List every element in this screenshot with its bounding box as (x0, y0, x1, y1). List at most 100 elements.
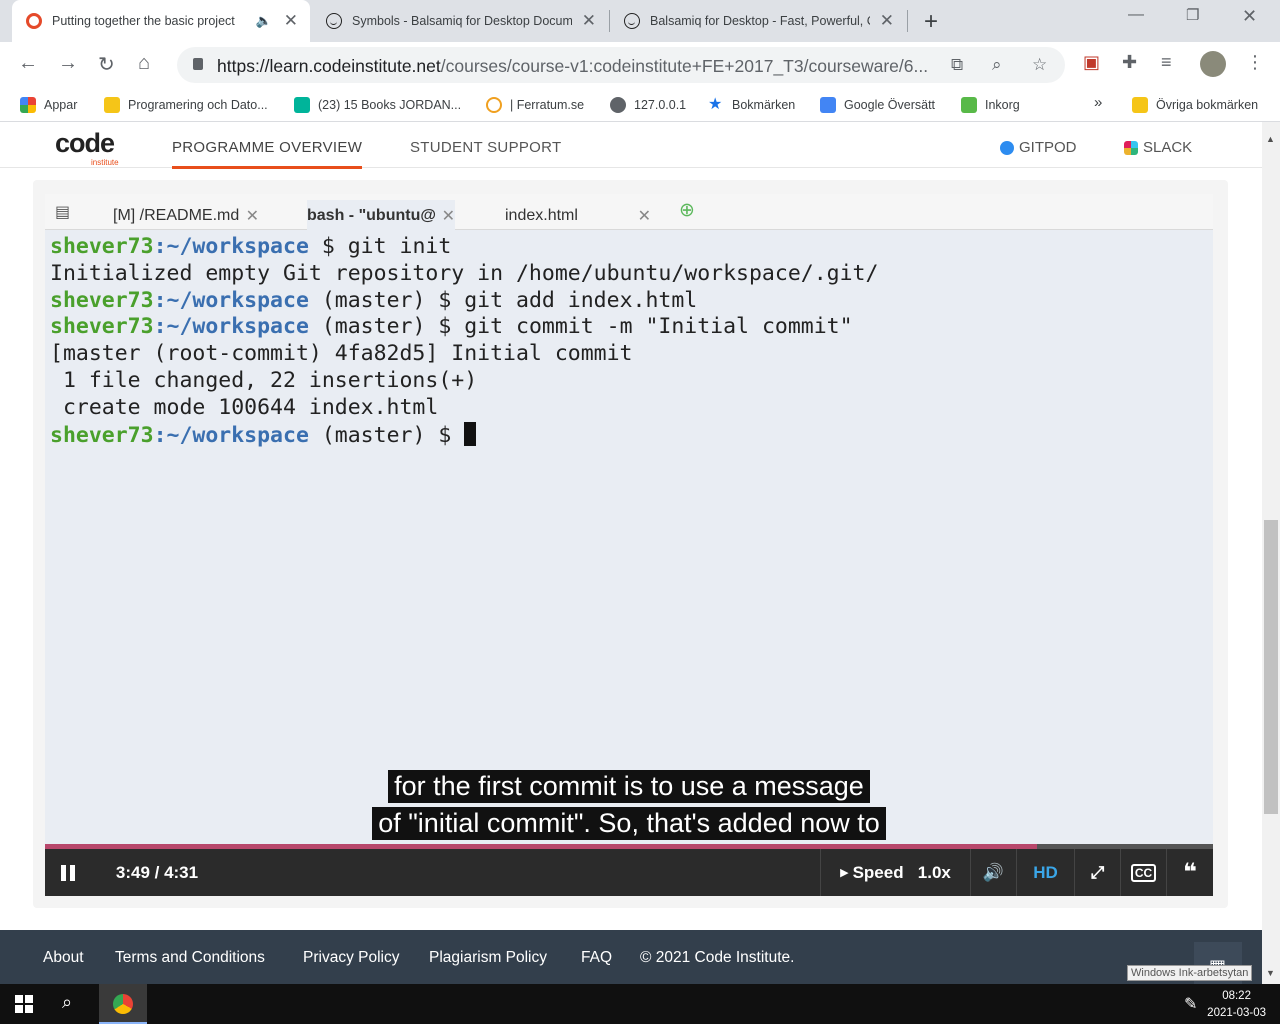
minimize-icon[interactable]: — (1128, 6, 1144, 24)
caption-line-1: for the first commit is to use a message (388, 770, 870, 803)
bookmark-google-translate[interactable]: Google Översätt (820, 97, 935, 113)
reload-icon[interactable]: ↻ (98, 52, 115, 77)
transcript-button[interactable]: ❝ (1166, 849, 1213, 896)
pause-button[interactable] (59, 849, 77, 896)
terminal-line: shever73:~/workspace (master) $ git comm… (50, 314, 853, 340)
back-arrow-icon[interactable]: ← (18, 52, 38, 75)
menu-kebab-icon[interactable]: ⋮ (1246, 52, 1264, 73)
footer-copyright: © 2021 Code Institute. (640, 949, 795, 966)
quote-icon: ❝ (1182, 859, 1198, 886)
slack-icon (1124, 140, 1138, 155)
home-icon[interactable]: ⌂ (138, 52, 150, 75)
terminal-line: create mode 100644 index.html (50, 394, 439, 420)
windows-start-icon[interactable] (15, 995, 33, 1013)
pen-ink-icon[interactable]: ✎ (1184, 994, 1197, 1014)
pause-icon (61, 864, 75, 881)
ferratum-icon (486, 97, 502, 113)
chrome-icon (113, 994, 133, 1014)
video-controls: 3:49 / 4:31 ▶ Speed 1.0x 🔊 HD ⤢ CC ❝ (45, 849, 1213, 896)
terminal-line: 1 file changed, 22 insertions(+) (50, 367, 478, 393)
new-tab-plus-icon[interactable]: + (924, 8, 938, 36)
ide-tab-index: index.html ✕ (505, 207, 651, 225)
page-scrollbar[interactable]: ▲ ▼ (1262, 122, 1280, 984)
bookmark-inkorg[interactable]: Inkorg (961, 97, 1020, 113)
code-institute-logo[interactable]: code institute (55, 128, 119, 167)
profile-avatar[interactable] (1200, 51, 1226, 77)
footer-faq-link[interactable]: FAQ (581, 949, 612, 967)
extensions-puzzle-icon[interactable]: ✚ (1122, 52, 1137, 73)
tab-divider (907, 10, 908, 32)
nav-student-support[interactable]: STUDENT SUPPORT (410, 139, 561, 156)
site-footer: About Terms and Conditions Privacy Polic… (0, 930, 1262, 984)
folder-icon (1132, 97, 1148, 113)
windows-ink-tooltip: Windows Ink-arbetsytan (1127, 965, 1253, 981)
fullscreen-button[interactable]: ⤢ (1074, 849, 1120, 896)
video-caption: for the first commit is to use a message… (45, 768, 1213, 842)
volume-button[interactable]: 🔊 (970, 849, 1016, 896)
nav-slack[interactable]: SLACK (1124, 139, 1192, 156)
balsamiq-favicon-icon (624, 13, 640, 29)
speaker-icon[interactable]: 🔈 (256, 13, 272, 29)
scroll-down-icon[interactable]: ▼ (1266, 968, 1275, 978)
footer-privacy-link[interactable]: Privacy Policy (303, 949, 399, 967)
terminal-cursor (464, 421, 477, 446)
url-text[interactable]: https://learn.codeinstitute.net/courses/… (217, 56, 947, 77)
google-translate-icon (820, 97, 836, 113)
gitpod-icon (1000, 140, 1014, 155)
media-queue-icon[interactable]: ≡ (1161, 52, 1172, 73)
ide-tab-bar: ▤ [M] /README.md ✕ bash - "ubuntu@ ✕ index… (45, 194, 1213, 230)
close-icon: ✕ (637, 208, 651, 225)
terminal-line: Initialized empty Git repository in /hom… (50, 260, 879, 286)
zoom-icon[interactable]: ⌕ (992, 55, 1002, 75)
scroll-up-icon[interactable]: ▲ (1266, 134, 1275, 144)
browser-toolbar: ← → ↻ ⌂ https://learn.codeinstitute.net/… (0, 42, 1280, 88)
browser-tab-3[interactable]: Balsamiq for Desktop - Fast, Powerful, C… (610, 0, 906, 42)
close-tab-icon[interactable]: ✕ (880, 11, 894, 31)
restore-icon[interactable]: ❐ (1186, 6, 1199, 24)
close-tab-icon[interactable]: ✕ (582, 11, 596, 31)
close-tab-icon[interactable]: ✕ (284, 11, 298, 31)
terminal-line: shever73:~/workspace (master) $ git add … (50, 287, 698, 313)
globe-icon (610, 97, 626, 113)
bookmarks-overflow-chevron-icon[interactable]: » (1094, 94, 1102, 111)
ide-menu-icon: ▤ (55, 204, 71, 221)
translate-icon[interactable]: ⧉ (951, 55, 963, 75)
chrome-taskbar-button[interactable] (99, 984, 147, 1024)
browser-tab-2[interactable]: Symbols - Balsamiq for Desktop Documenta… (312, 0, 608, 42)
speed-button[interactable]: ▶ Speed 1.0x (820, 849, 970, 896)
bookmark-researchgate[interactable]: (23) 15 Books JORDAN... (294, 97, 461, 113)
bookmark-ferratum[interactable]: | Ferratum.se (486, 97, 584, 113)
address-bar[interactable]: https://learn.codeinstitute.net/courses/… (177, 47, 1065, 83)
browser-tab-1[interactable]: Putting together the basic project 🔈 ✕ (12, 0, 310, 42)
bookmark-apps[interactable]: Appar (20, 97, 77, 113)
tab-title: Symbols - Balsamiq for Desktop Documenta… (352, 14, 572, 28)
bookmark-bokmarken[interactable]: ★ Bokmärken (708, 97, 795, 113)
terminal-line: shever73:~/workspace (master) $ (50, 421, 878, 450)
window-close-icon[interactable]: ✕ (1242, 6, 1257, 27)
researchgate-icon (294, 97, 310, 113)
system-clock[interactable]: 08:22 2021-03-03 (1207, 988, 1266, 1022)
bookmark-folder-programming[interactable]: Programering och Dato... (104, 97, 268, 113)
closed-captions-button[interactable]: CC (1120, 849, 1166, 896)
search-icon[interactable]: ⌕ (62, 992, 72, 1013)
folder-icon (104, 97, 120, 113)
pocket-extension-icon[interactable]: ▣ (1083, 52, 1100, 73)
page-content: code institute PROGRAMME OVERVIEW STUDENT… (0, 122, 1262, 984)
video-player[interactable]: ▤ [M] /README.md ✕ bash - "ubuntu@ ✕ index… (45, 194, 1213, 896)
bookmark-star-icon[interactable]: ☆ (1032, 55, 1047, 75)
footer-about-link[interactable]: About (43, 949, 84, 967)
footer-terms-link[interactable]: Terms and Conditions (115, 949, 265, 967)
nav-gitpod[interactable]: GITPOD (1000, 139, 1077, 156)
forward-arrow-icon[interactable]: → (58, 52, 78, 75)
site-navbar: code institute PROGRAMME OVERVIEW STUDENT… (0, 122, 1262, 169)
terminal-line: shever73:~/workspace $ git init (50, 234, 452, 259)
terminal-line: [master (root-commit) 4fa82d5] Initial c… (50, 341, 633, 367)
terminal-output: shever73:~/workspace $ git init Initializ… (50, 234, 878, 449)
scrollbar-thumb[interactable] (1264, 520, 1278, 814)
hd-button[interactable]: HD (1016, 849, 1074, 896)
bookmark-localhost[interactable]: 127.0.0.1 (610, 97, 686, 113)
video-time: 3:49 / 4:31 (115, 862, 199, 882)
bookmark-folder-other[interactable]: Övriga bokmärken (1132, 97, 1258, 113)
nav-programme-overview[interactable]: PROGRAMME OVERVIEW (172, 139, 363, 169)
footer-plagiarism-link[interactable]: Plagiarism Policy (429, 949, 547, 967)
